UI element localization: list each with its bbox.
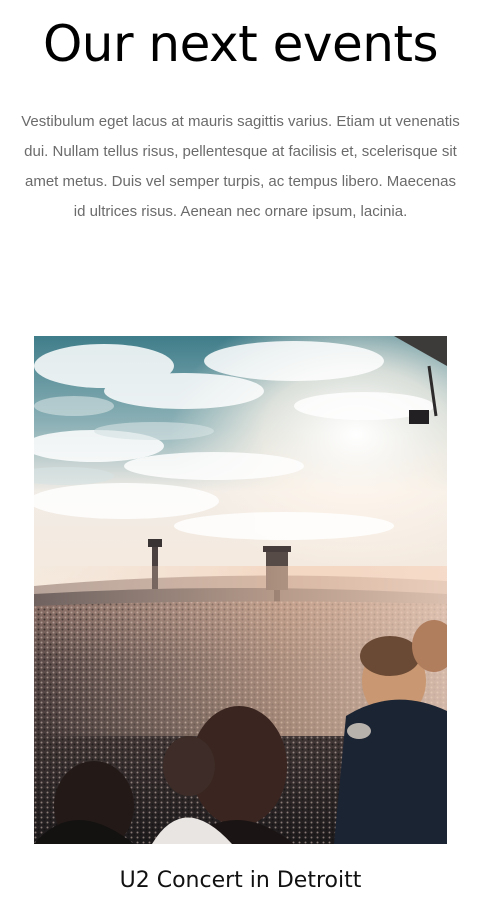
event-card[interactable]: U2 Concert in Detroitt	[34, 336, 447, 893]
section-intro: Vestibulum eget lacus at mauris sagittis…	[21, 113, 460, 220]
section-heading: Our next events	[42, 15, 439, 73]
stadium-concert-photo	[34, 336, 447, 844]
event-title[interactable]: U2 Concert in Detroitt	[34, 866, 447, 896]
events-section: Our next events Vestibulum eget lacus at…	[0, 0, 481, 908]
event-image[interactable]	[34, 336, 447, 844]
